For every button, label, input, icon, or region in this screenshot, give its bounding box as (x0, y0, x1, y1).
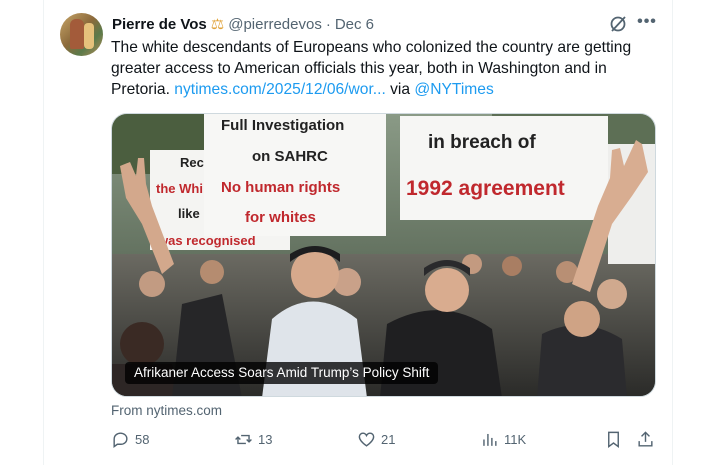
grok-icon[interactable] (608, 14, 628, 34)
repost-button[interactable]: 13 (234, 430, 272, 449)
repost-count: 13 (258, 432, 273, 447)
avatar-figure (70, 19, 84, 49)
article-link[interactable]: nytimes.com/2025/12/06/wor... (174, 81, 386, 98)
svg-text:No human rights: No human rights (221, 179, 340, 196)
svg-text:like: like (178, 206, 200, 221)
mention-link[interactable]: @NYTimes (414, 81, 493, 98)
like-count: 21 (381, 432, 396, 447)
tweet-text: The white descendants of Europeans who c… (111, 37, 666, 100)
reply-button[interactable]: 58 (111, 430, 149, 449)
timeline-border-left (43, 0, 44, 465)
view-count: 11K (504, 432, 527, 447)
tweet-date[interactable]: Dec 6 (335, 16, 374, 33)
reply-icon (113, 432, 128, 449)
separator-dot: · (325, 15, 331, 33)
svg-text:on SAHRC: on SAHRC (252, 148, 328, 165)
svg-text:Full Investigation: Full Investigation (221, 117, 344, 134)
link-card[interactable]: Reco the Whi like was recognised Full In… (111, 113, 656, 397)
via-text: via (385, 81, 415, 98)
tweet-header: Pierre de Vos ⚖ @pierredevos · Dec 6 (112, 14, 374, 34)
scales-icon: ⚖ (210, 15, 225, 33)
views-button[interactable]: 11K (480, 430, 526, 449)
avatar[interactable] (60, 13, 103, 56)
repost-icon (235, 434, 252, 445)
avatar-figure-2 (84, 23, 94, 49)
card-headline: Afrikaner Access Soars Amid Trump’s Poli… (125, 362, 439, 384)
analytics-icon (483, 433, 497, 446)
card-image: Reco the Whi like was recognised Full In… (112, 114, 655, 396)
svg-text:for whites: for whites (245, 209, 316, 226)
svg-text:1992 agreement: 1992 agreement (406, 177, 565, 200)
like-button[interactable]: 21 (357, 430, 395, 449)
bookmark-button[interactable] (604, 430, 623, 449)
svg-text:in breach of: in breach of (428, 132, 536, 153)
timeline-border-right (672, 0, 673, 465)
author-handle[interactable]: @pierredevos (228, 16, 322, 33)
more-options-icon[interactable]: ••• (636, 14, 658, 34)
reply-count: 58 (135, 432, 150, 447)
svg-text:the Whi: the Whi (156, 181, 203, 196)
protest-sign-center: Full Investigation on SAHRC No human rig… (204, 114, 386, 236)
share-button[interactable] (636, 430, 655, 449)
card-source[interactable]: From nytimes.com (111, 403, 222, 418)
heart-icon (358, 432, 375, 447)
bookmark-icon (608, 431, 619, 449)
tweet-actions: 58 13 21 11K (0, 430, 702, 454)
author-name[interactable]: Pierre de Vos (112, 16, 207, 33)
share-icon (638, 431, 653, 447)
